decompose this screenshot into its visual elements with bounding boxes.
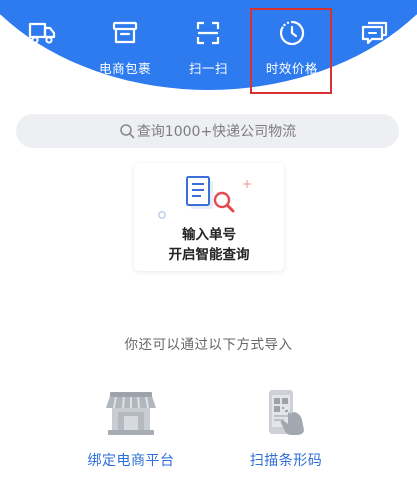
- clock-icon: [277, 18, 307, 48]
- nav-label: 扫一扫: [188, 61, 228, 76]
- nav-label: 电商包裹: [99, 61, 152, 76]
- nav-item-delivery-time-price[interactable]: 时效价格: [250, 0, 333, 100]
- search-placeholder: 查询1000+快递公司物流: [136, 124, 297, 140]
- truck-icon: [27, 18, 57, 48]
- nav-label: 快递社区: [349, 61, 402, 76]
- search-input[interactable]: 查询1000+快递公司物流: [16, 114, 399, 148]
- tracking-number-card[interactable]: 输入单号 开启智能查询: [134, 163, 284, 271]
- document-search-icon: [158, 176, 251, 219]
- nav-item-express-community[interactable]: 快递社区: [334, 0, 417, 100]
- import-hint: 你还可以通过以下方式导入: [124, 337, 293, 353]
- top-nav: 在线寄件 电商包裹 扫一扫 时效价格 快递社区: [0, 0, 417, 100]
- scan-icon: [193, 18, 223, 48]
- package-box-icon: [110, 18, 140, 48]
- scan-barcode-button[interactable]: 扫描条形码: [226, 388, 346, 469]
- chat-bubble-icon: [360, 18, 390, 48]
- bind-ecommerce-platform-button[interactable]: 绑定电商平台: [71, 388, 191, 469]
- nav-label: 时效价格: [265, 61, 318, 76]
- search-icon: [119, 123, 135, 139]
- nav-item-online-send[interactable]: 在线寄件: [0, 0, 83, 100]
- option-label: 绑定电商平台: [87, 453, 175, 469]
- card-title: 输入单号: [182, 227, 236, 243]
- nav-item-scan[interactable]: 扫一扫: [167, 0, 250, 100]
- nav-label: 在线寄件: [15, 61, 68, 76]
- storefront-icon: [106, 392, 156, 435]
- option-label: 扫描条形码: [249, 453, 323, 469]
- phone-barcode-icon: [269, 390, 304, 435]
- nav-item-ecommerce-parcel[interactable]: 电商包裹: [83, 0, 166, 100]
- app-header: 在线寄件 电商包裹 扫一扫 时效价格 快递社区: [0, 0, 417, 110]
- card-subtitle: 开启智能查询: [168, 247, 250, 263]
